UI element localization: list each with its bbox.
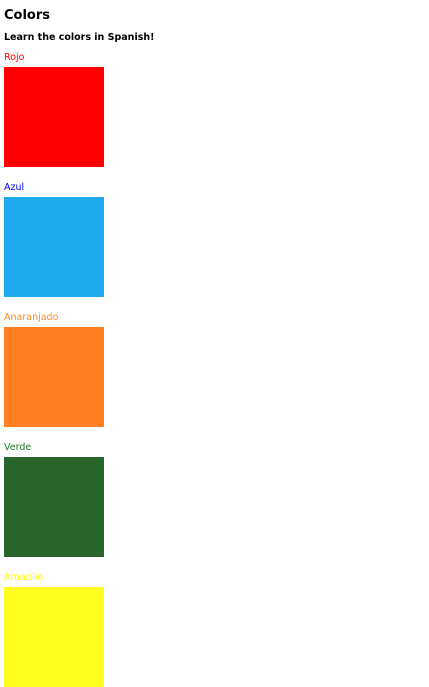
color-swatch <box>4 457 104 557</box>
color-swatch <box>4 67 104 167</box>
color-item-azul: Azul <box>4 182 104 297</box>
color-label: Verde <box>4 442 32 453</box>
page-title: Colors <box>4 8 51 23</box>
color-label: Amarillo <box>4 572 44 583</box>
color-label: Rojo <box>4 52 25 63</box>
color-label: Azul <box>4 182 25 193</box>
color-swatch <box>4 587 104 687</box>
color-item-anaranjado: Anaranjado <box>4 312 104 427</box>
color-swatch <box>4 327 104 427</box>
color-label: Anaranjado <box>4 312 59 323</box>
color-item-verde: Verde <box>4 442 104 557</box>
color-item-amarillo: Amarillo <box>4 572 104 687</box>
color-item-rojo: Rojo <box>4 52 104 167</box>
color-swatch <box>4 197 104 297</box>
page-subtitle: Learn the colors in Spanish! <box>4 32 155 43</box>
